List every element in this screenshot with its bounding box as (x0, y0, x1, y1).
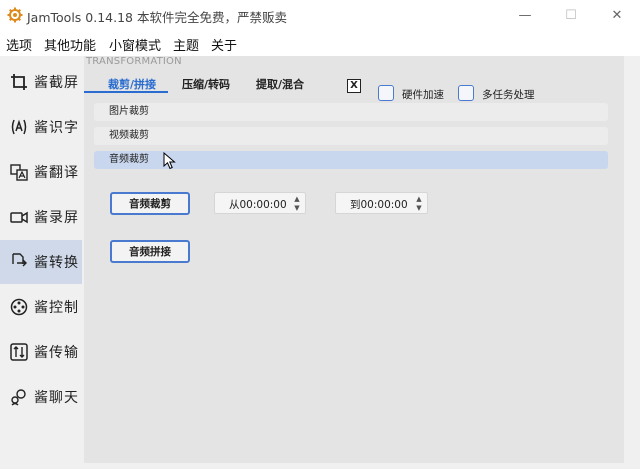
crop-icon (11, 74, 27, 90)
to-time-value: 到00:00:00 (350, 199, 408, 211)
menu-bar: 选项 其他功能 小窗模式 主题 关于 (0, 30, 640, 56)
spin-down-arrow-icon[interactable]: ▼ (415, 204, 423, 212)
hardware-accel-checkbox[interactable] (378, 85, 394, 101)
audio-cut-button[interactable]: 音频裁剪 (110, 192, 190, 215)
transformation-panel: TRANSFORMATION 裁剪/拼接 压缩/转码 提取/混合 X 硬件加速 … (84, 56, 624, 463)
tab-compress-transcode[interactable]: 压缩/转码 (182, 76, 230, 92)
sidebar-item-chat[interactable]: 酱聊天 (0, 375, 82, 419)
sidebar-item-label: 酱聊天 (34, 390, 79, 406)
sidebar-item-record[interactable]: 酱录屏 (0, 195, 82, 239)
chat-icon (11, 389, 26, 406)
sidebar-item-label: 酱识字 (34, 120, 79, 136)
sidebar-item-label: 酱控制 (34, 300, 79, 316)
menu-theme[interactable]: 主题 (173, 35, 199, 54)
audio-join-button[interactable]: 音频拼接 (110, 240, 190, 263)
mouse-cursor-icon (163, 152, 176, 170)
record-icon (10, 211, 28, 224)
menu-other-functions[interactable]: 其他功能 (44, 35, 96, 54)
from-time-value: 从00:00:00 (229, 199, 287, 211)
multitask-checkbox[interactable] (458, 85, 474, 101)
spin-up-arrow-icon[interactable]: ▲ (293, 195, 301, 203)
close-window-button[interactable]: ✕ (594, 0, 640, 30)
sidebar-item-screenshot[interactable]: 酱截屏 (0, 60, 82, 104)
window-title: JamTools 0.14.18 本软件完全免费，严禁贩卖 (27, 10, 287, 25)
transfer-icon (10, 343, 28, 361)
menu-options[interactable]: 选项 (6, 35, 32, 54)
list-item-video-cut[interactable]: 视频裁剪 (94, 127, 608, 145)
close-panel-button[interactable]: X (347, 79, 361, 93)
title-bar: JamTools 0.14.18 本软件完全免费，严禁贩卖 — ☐ ✕ (0, 0, 640, 30)
maximize-button[interactable]: ☐ (548, 0, 594, 30)
jamtools-logo-icon (7, 7, 23, 23)
menu-about[interactable]: 关于 (211, 35, 237, 54)
list-item-image-cut[interactable]: 图片裁剪 (94, 103, 608, 121)
sidebar-item-label: 酱传输 (34, 345, 79, 361)
spin-up-arrow-icon[interactable]: ▲ (415, 195, 423, 203)
sidebar-item-label: 酱录屏 (34, 210, 79, 226)
panel-caption: TRANSFORMATION (86, 56, 182, 67)
sidebar-item-control[interactable]: 酱控制 (0, 285, 82, 329)
sidebar-item-ocr[interactable]: 酱识字 (0, 105, 82, 149)
active-tab-underline (84, 91, 168, 93)
convert-icon (12, 253, 27, 267)
spin-down-arrow-icon[interactable]: ▼ (293, 204, 301, 212)
minimize-button[interactable]: — (502, 0, 548, 30)
tab-extract-mix[interactable]: 提取/混合 (256, 76, 304, 92)
menu-mini-window[interactable]: 小窗模式 (109, 35, 161, 54)
tab-cut-join[interactable]: 裁剪/拼接 (108, 76, 156, 92)
multitask-label: 多任务处理 (482, 89, 535, 101)
sidebar-item-transfer[interactable]: 酱传输 (0, 330, 82, 374)
hardware-accel-label: 硬件加速 (402, 89, 444, 101)
control-icon (10, 298, 28, 316)
sidebar-item-label: 酱转换 (34, 255, 79, 271)
translate-icon (10, 164, 28, 181)
sidebar-item-convert[interactable]: 酱转换 (0, 240, 82, 284)
sidebar-item-label: 酱翻译 (34, 165, 79, 181)
from-time-spinbox[interactable]: 从00:00:00 ▲ ▼ (214, 192, 306, 214)
sidebar-item-label: 酱截屏 (34, 75, 79, 91)
text-recognize-icon (11, 119, 27, 135)
to-time-spinbox[interactable]: 到00:00:00 ▲ ▼ (335, 192, 428, 214)
sidebar-item-translate[interactable]: 酱翻译 (0, 150, 82, 194)
sidebar: 酱截屏 酱识字 酱翻译 酱录屏 酱转换 酱控制 酱传输 酱聊天 (0, 58, 82, 469)
